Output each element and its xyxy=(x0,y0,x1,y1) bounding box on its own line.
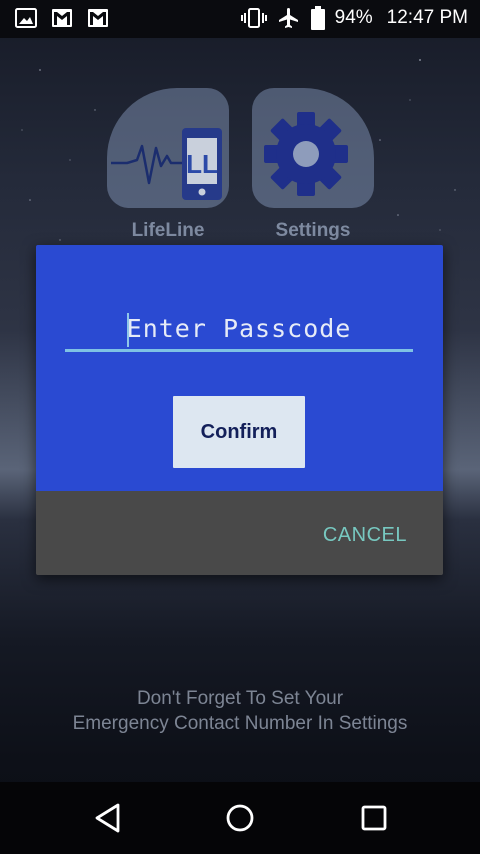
lifeline-phone-heartbeat-icon: LL xyxy=(111,128,222,200)
dialog-actions: CANCEL xyxy=(36,491,443,575)
text-cursor xyxy=(127,313,129,347)
passcode-dialog: Confirm CANCEL xyxy=(36,245,443,575)
battery-percentage: 94% xyxy=(334,7,373,28)
navigation-bar xyxy=(0,782,480,854)
gear-icon xyxy=(264,112,348,196)
lifeline-app-label: LifeLine xyxy=(131,220,205,241)
clock-time: 12:47 PM xyxy=(386,7,468,28)
home-icon[interactable] xyxy=(216,796,264,840)
reminder-text-line2: Emergency Contact Number In Settings xyxy=(72,713,408,734)
settings-app-button[interactable] xyxy=(252,88,374,208)
lifeline-app-button[interactable]: LL xyxy=(107,88,229,208)
confirm-button[interactable]: Confirm xyxy=(173,396,305,468)
lifeline-logo-letters: LL xyxy=(186,149,218,179)
settings-app-label: Settings xyxy=(275,220,351,241)
back-icon[interactable] xyxy=(84,796,132,840)
vibrate-icon xyxy=(240,8,267,28)
gmail-icon xyxy=(52,9,72,27)
reminder-text-line1: Don't Forget To Set Your xyxy=(136,688,344,709)
battery-icon xyxy=(310,6,325,30)
airplane-mode-icon xyxy=(278,8,298,28)
dialog-body: Confirm xyxy=(36,245,443,491)
gmail-icon xyxy=(88,9,108,27)
gallery-icon xyxy=(15,8,37,28)
recents-icon[interactable] xyxy=(350,796,398,840)
passcode-input[interactable] xyxy=(65,308,413,352)
cancel-button[interactable]: CANCEL xyxy=(309,515,421,555)
status-bar: 94% 12:47 PM xyxy=(0,0,480,38)
